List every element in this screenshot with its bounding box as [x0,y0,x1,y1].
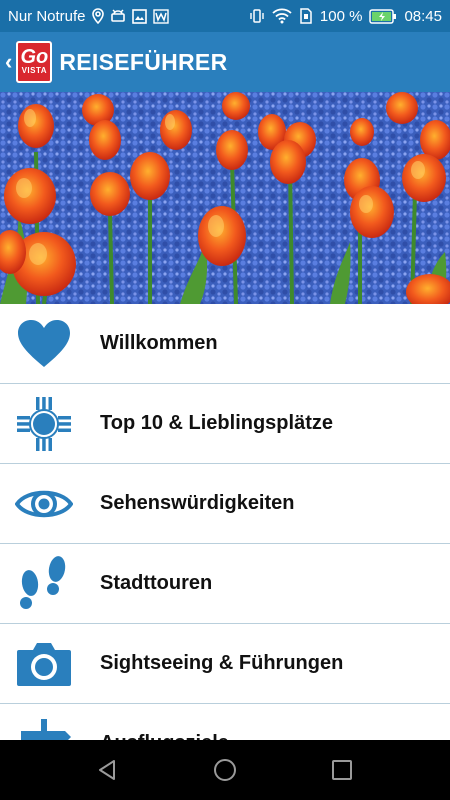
menu-item-stadttouren[interactable]: Stadttouren [0,544,450,624]
logo-text-go: Go [20,46,49,68]
nav-back-icon[interactable] [88,750,128,790]
carrier-label: Nur Notrufe [8,7,86,25]
app-bar: ‹ Go VISTA REISEFÜHRER [0,32,450,92]
menu-item-willkommen[interactable]: Willkommen [0,304,450,384]
image-icon [131,8,147,24]
menu-item-label: Sightseeing & Führungen [100,652,344,674]
page-title: REISEFÜHRER [59,48,228,75]
menu-item-label: Top 10 & Lieblingsplätze [100,412,333,434]
eye-icon [15,475,73,533]
heart-icon [15,315,73,373]
footprints-icon [15,555,73,613]
logo-text-vista: VISTA [21,66,48,75]
status-bar: Nur Notrufe 100 % 08:45 [0,0,450,32]
nav-recents-icon[interactable] [322,750,362,790]
sim-icon [299,8,313,24]
camera-icon [15,635,73,693]
system-navigation-bar [0,740,450,800]
menu-item-sehenswuerdigkeiten[interactable]: Sehenswürdigkeiten [0,464,450,544]
menu-item-label: Sehenswürdigkeiten [100,492,295,514]
menu-item-label: Willkommen [100,332,218,354]
hero-image [0,92,450,304]
clock: 08:45 [404,7,442,25]
vibrate-icon [249,8,265,24]
sun-symbol-icon [15,395,73,453]
w-app-icon [152,8,169,24]
govista-logo[interactable]: Go VISTA [16,41,53,83]
location-icon [91,8,104,24]
nav-home-icon[interactable] [205,750,245,790]
menu-item-label: Stadttouren [100,572,213,594]
menu-item-top10[interactable]: Top 10 & Lieblingsplätze [0,384,450,464]
battery-icon [369,8,397,24]
battery-percent: 100 % [319,7,363,25]
main-menu: Willkommen Top 10 & Lieblingsplätze Sehe… [0,304,450,784]
wifi-icon [272,8,292,24]
chevron-left-icon[interactable]: ‹ [5,51,12,73]
android-icon [110,9,126,23]
menu-item-sightseeing[interactable]: Sightseeing & Führungen [0,624,450,704]
